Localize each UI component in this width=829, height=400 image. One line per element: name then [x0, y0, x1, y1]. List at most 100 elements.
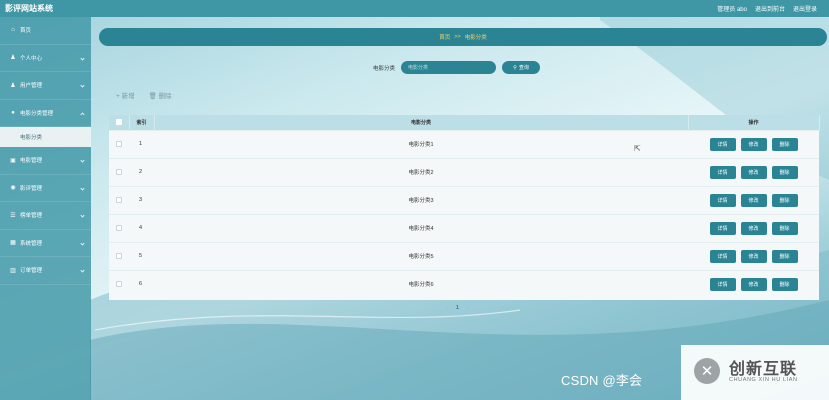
top-links: 管理员 abo 退出到前台 退出登录 — [717, 4, 817, 13]
detail-button[interactable]: 详情 — [709, 249, 736, 263]
logout-link[interactable]: 退出登录 — [793, 4, 817, 13]
sidebar-item-rankings[interactable]: ☰ 榜单管理 — [0, 202, 91, 230]
next-page-button[interactable]: › — [467, 305, 469, 311]
sidebar-item-label: 首页 — [20, 28, 32, 35]
sidebar-item-label: 用户管理 — [20, 83, 43, 90]
search-input[interactable] — [401, 61, 497, 74]
row-index: 1 — [139, 141, 143, 147]
delete-button[interactable]: 删除 — [771, 165, 798, 179]
sidebar-item-movies[interactable]: ▣ 电影管理 — [0, 147, 91, 175]
breadcrumb-current: 电影分类 — [464, 35, 487, 41]
sidebar-item-label: 电影管理 — [20, 158, 43, 165]
row-index: 6 — [139, 281, 143, 288]
detail-button[interactable]: 详情 — [709, 221, 736, 235]
sidebar-item-reviews[interactable]: ◉ 影评管理 — [0, 175, 91, 202]
list-icon: ☰ — [10, 212, 16, 219]
logo-sub-text: CHUANG XIN HU LIAN — [729, 377, 798, 383]
chevron-up-icon — [80, 111, 85, 117]
chevron-down-icon — [80, 55, 85, 61]
delete-button[interactable]: 删除 — [771, 137, 798, 151]
breadcrumb-separator: >> — [454, 34, 461, 40]
sidebar-item-users[interactable]: ♟ 用户管理 — [0, 72, 91, 100]
sidebar-item-profile[interactable]: ♟ 个人中心 — [0, 45, 91, 72]
edit-button[interactable]: 修改 — [740, 221, 767, 235]
row-index: 4 — [139, 225, 143, 231]
film-icon: ▣ — [10, 157, 16, 164]
app-title: 影评网站系统 — [5, 4, 53, 13]
chevron-down-icon — [80, 158, 85, 163]
add-button[interactable]: + 新增 — [116, 90, 135, 100]
logo-main-text: 创新互联 — [729, 361, 798, 378]
edit-button[interactable]: 修改 — [740, 193, 767, 207]
row-category: 电影分类5 — [408, 254, 434, 260]
logo-x-icon: ✕ — [694, 358, 720, 384]
grid-icon: ▦ — [10, 240, 16, 247]
row-checkbox[interactable] — [116, 168, 122, 175]
detail-button[interactable]: 详情 — [709, 165, 736, 179]
delete-button[interactable]: 删除 — [771, 249, 798, 263]
chevron-down-icon — [80, 240, 85, 246]
sidebar-item-label: 个人中心 — [20, 55, 43, 62]
sidebar-item-label: 影评管理 — [20, 185, 43, 192]
current-page[interactable]: 1 — [456, 305, 459, 311]
row-index: 5 — [139, 253, 143, 259]
detail-button[interactable]: 详情 — [709, 137, 736, 151]
delete-button[interactable]: 删除 — [771, 193, 798, 207]
table-row: 6 电影分类6 详情 修改 删除 — [109, 270, 819, 298]
sidebar-item-home[interactable]: ⌂ 首页 — [0, 17, 91, 45]
edit-button[interactable]: 修改 — [740, 249, 767, 263]
chevron-down-icon — [80, 213, 85, 218]
table-header: 索引 电影分类 操作 — [109, 115, 820, 130]
sidebar: ⌂ 首页 ♟ 个人中心 ♟ 用户管理 ● 电影分类管理 电影分类 ▣ 电影管理 … — [0, 17, 91, 400]
breadcrumb: 首页 >> 电影分类 — [99, 28, 827, 46]
search-icon: ⚲ — [513, 64, 517, 71]
sidebar-item-label: 电影分类管理 — [20, 110, 54, 117]
top-bar: 影评网站系统 管理员 abo 退出到前台 退出登录 — [0, 0, 829, 17]
sidebar-item-category[interactable]: ● 电影分类管理 — [0, 100, 91, 127]
pin-icon: ● — [11, 109, 15, 116]
pagination: ‹ 1 › — [446, 305, 469, 311]
comment-icon: ◉ — [10, 185, 16, 192]
breadcrumb-home[interactable]: 首页 — [439, 33, 450, 41]
table-row: 4 电影分类4 详情 修改 删除 — [109, 214, 819, 242]
row-checkbox[interactable] — [116, 224, 122, 231]
csdn-watermark: CSDN @李会 — [561, 373, 643, 388]
exit-to-frontend-link[interactable]: 退出到前台 — [755, 4, 785, 13]
chevron-down-icon — [80, 83, 85, 88]
row-index: 3 — [139, 197, 143, 203]
select-all-cell — [109, 115, 130, 130]
edit-button[interactable]: 修改 — [740, 137, 767, 151]
select-all-checkbox[interactable] — [115, 119, 122, 126]
row-category: 电影分类4 — [408, 226, 434, 232]
table-row: 2 电影分类2 详情 修改 删除 — [109, 158, 819, 186]
row-index: 2 — [139, 169, 143, 175]
table-row: 1 电影分类1 详情 修改 删除 — [109, 130, 819, 158]
row-checkbox[interactable] — [116, 252, 122, 259]
action-row: + 新增 🗑 删除 — [116, 90, 172, 100]
search-button[interactable]: ⚲ 查询 — [502, 61, 541, 74]
row-checkbox[interactable] — [116, 140, 122, 147]
admin-label: 管理员 abo — [717, 7, 747, 13]
chevron-down-icon — [80, 185, 85, 191]
home-icon: ⌂ — [11, 27, 15, 34]
search-button-label: 查询 — [518, 65, 529, 71]
trash-icon: 🗑 — [148, 93, 159, 100]
sidebar-item-system[interactable]: ▦ 系统管理 — [0, 230, 91, 257]
detail-button[interactable]: 详情 — [709, 193, 736, 207]
edit-button[interactable]: 修改 — [740, 277, 767, 291]
sidebar-subitem-category[interactable]: 电影分类 — [0, 127, 91, 147]
prev-page-button[interactable]: ‹ — [446, 305, 448, 311]
bulk-delete-button[interactable]: 🗑 删除 — [149, 90, 172, 100]
user-icon: ♟ — [10, 82, 16, 89]
row-checkbox[interactable] — [116, 281, 122, 288]
chevron-down-icon — [80, 268, 85, 273]
row-checkbox[interactable] — [116, 196, 122, 203]
search-label: 电影分类 — [373, 65, 396, 72]
sidebar-item-orders[interactable]: ▥ 订单管理 — [0, 257, 91, 285]
edit-button[interactable]: 修改 — [740, 165, 767, 179]
delete-button[interactable]: 删除 — [771, 277, 798, 291]
mouse-cursor-icon: ⇱ — [634, 144, 641, 153]
detail-button[interactable]: 详情 — [709, 277, 736, 291]
search-bar: 电影分类 ⚲ 查询 — [373, 61, 541, 74]
delete-button[interactable]: 删除 — [771, 221, 798, 235]
